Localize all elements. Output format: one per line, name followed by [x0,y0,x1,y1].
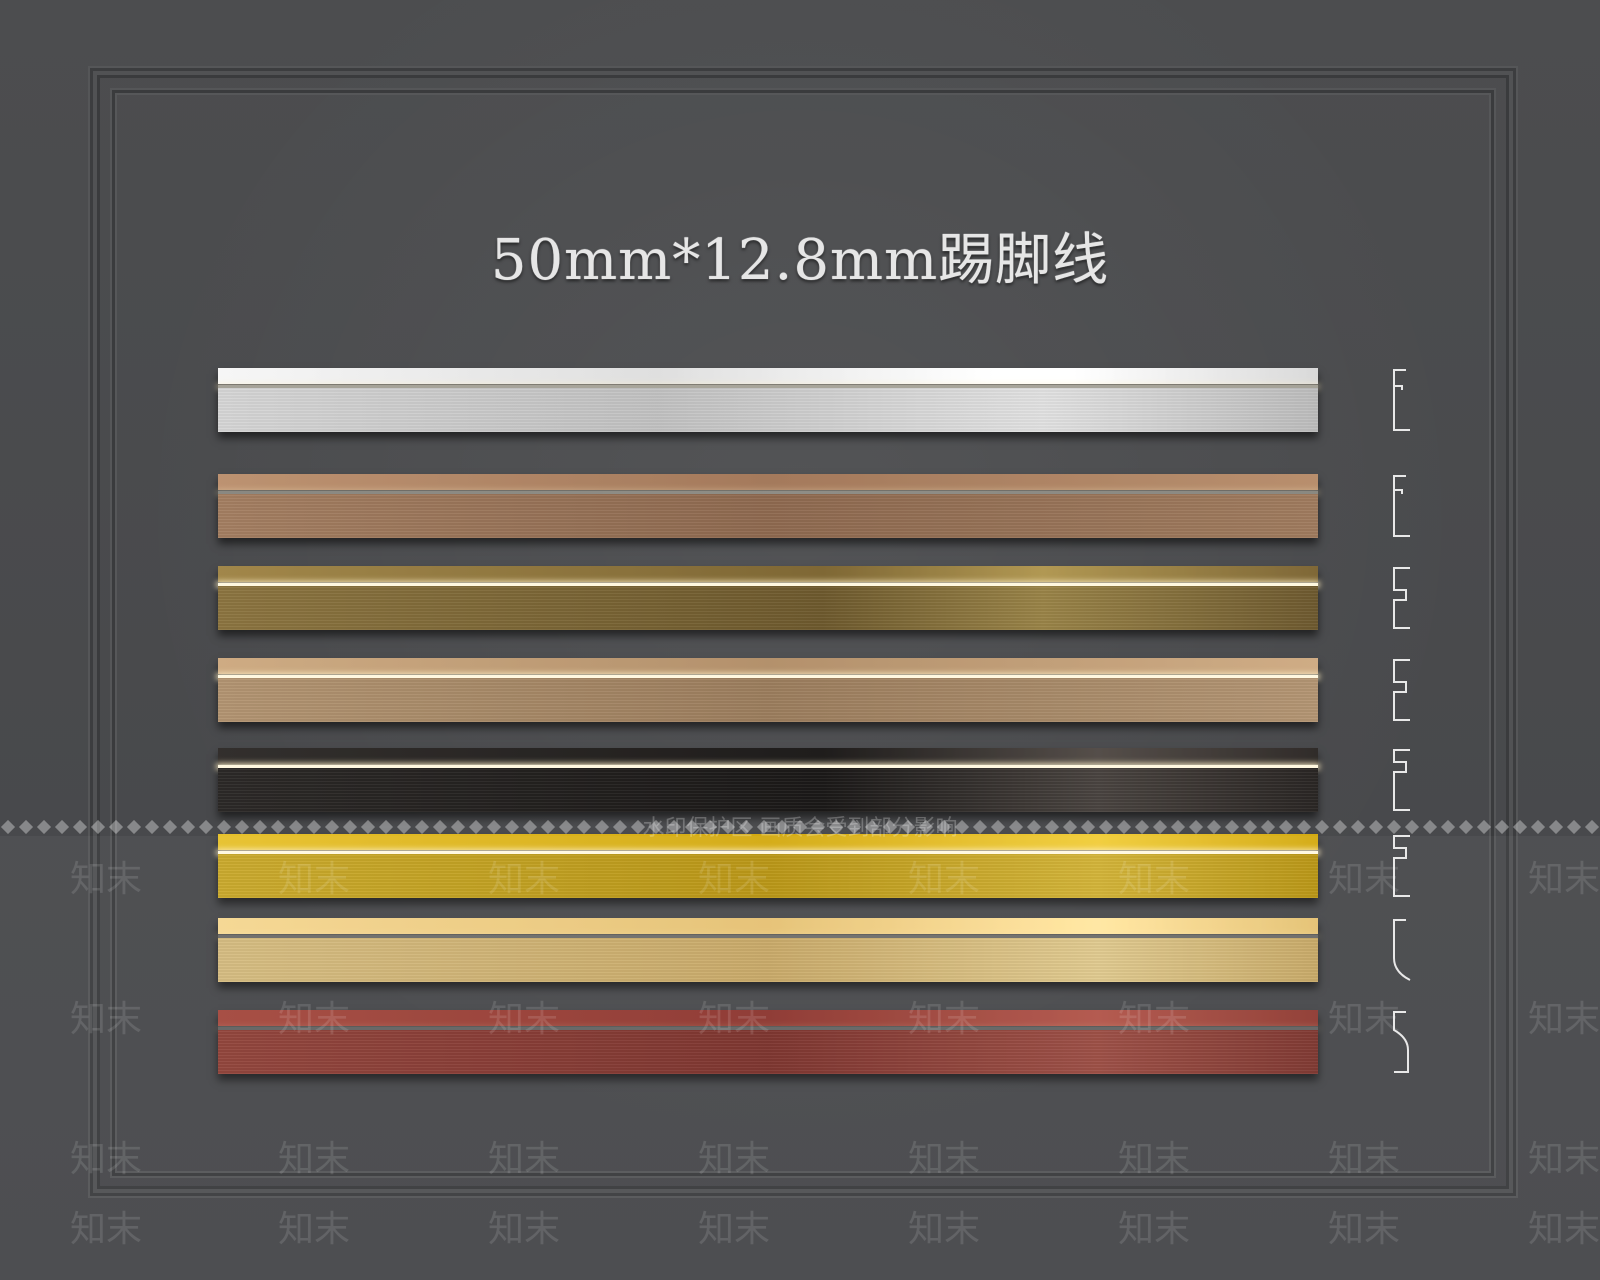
watermark-brand: 知末 [70,859,143,900]
skirting-profile-bronze [218,474,1318,538]
skirting-profile-antique-brass [218,566,1318,630]
skirting-profile-champagne [218,658,1318,722]
watermark-brand: 知末 [1328,1139,1401,1180]
skirting-profile-silver [218,368,1318,432]
watermark-brand: 知末 [488,999,561,1040]
watermark-brand: 知末 [1528,999,1600,1040]
watermark-brand: 知末 [278,859,351,900]
watermark-brand: 知末 [488,1209,561,1250]
watermark-brand: 知末 [1118,999,1191,1040]
watermark-brand: 知末 [488,859,561,900]
skirting-profile-black [218,748,1318,812]
watermark-brand: 知末 [278,1139,351,1180]
watermark-notice: 水印保护区 画质会受到部分影响 [642,816,958,841]
cross-section-icon [1390,474,1412,538]
watermark-brand: 知末 [278,1209,351,1250]
watermark-brand: 知末 [1328,999,1401,1040]
watermark-brand: 知末 [908,999,981,1040]
watermark-brand: 知末 [1118,859,1191,900]
cross-section-icon [1390,658,1412,722]
watermark-brand: 知末 [1328,1209,1401,1250]
watermark-brand: 知末 [1328,859,1401,900]
watermark-brand: 知末 [908,1209,981,1250]
watermark-brand: 知末 [908,859,981,900]
watermark-brand: 知末 [1528,859,1600,900]
watermark-brand: 知末 [698,859,771,900]
watermark-brand: 知末 [278,999,351,1040]
watermark-brand: 知末 [70,1139,143,1180]
watermark-brand: 知末 [698,999,771,1040]
watermark-brand: 知末 [1528,1139,1600,1180]
watermark-brand: 知末 [70,999,143,1040]
watermark-brand: 知末 [698,1139,771,1180]
cross-section-icon [1390,748,1412,812]
cross-section-icon [1390,368,1412,432]
cross-section-icon [1390,566,1412,630]
watermark-brand: 知末 [488,1139,561,1180]
watermark-brand: 知末 [1118,1139,1191,1180]
watermark-brand: 知末 [908,1139,981,1180]
watermark-brand: 知末 [70,1209,143,1250]
page-title: 50mm*12.8mm踢脚线 [490,228,1110,293]
watermark-brand: 知末 [1528,1209,1600,1250]
watermark-brand: 知末 [698,1209,771,1250]
watermark-brand: 知末 [1118,1209,1191,1250]
